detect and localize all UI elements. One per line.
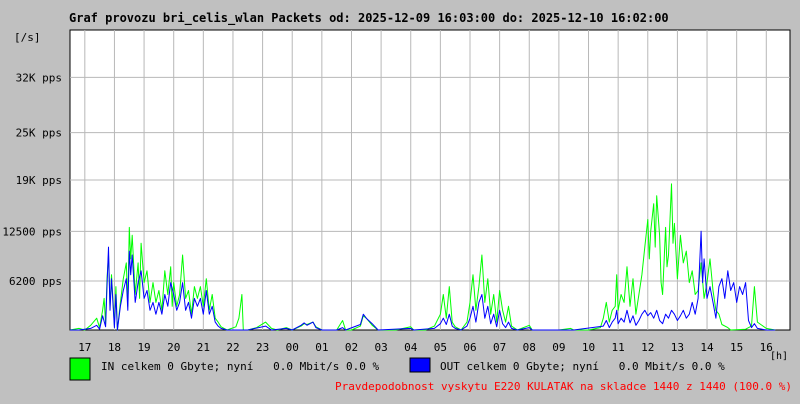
x-tick-label-11: 04 (404, 341, 418, 354)
x-axis-unit: [h] (770, 351, 788, 362)
x-tick-label-5: 22 (226, 341, 239, 354)
y-tick-label-4: 32K pps (16, 71, 62, 84)
legend-in-swatch (69, 357, 91, 381)
x-tick-label-10: 03 (374, 341, 387, 354)
y-tick-label-2: 19K pps (16, 174, 62, 187)
x-tick-label-12: 05 (434, 341, 447, 354)
x-tick-label-8: 01 (315, 341, 328, 354)
x-tick-label-7: 00 (286, 341, 299, 354)
legend-out-label: OUT celkem 0 Gbyte; nyní 0.0 Mbit/s 0.0 … (440, 360, 725, 373)
x-tick-label-14: 07 (493, 341, 506, 354)
x-tick-label-18: 11 (612, 341, 625, 354)
legend-in-label: IN celkem 0 Gbyte; nyní 0.0 Mbit/s 0.0 % (101, 360, 380, 373)
chart-title: Graf provozu bri_celis_wlan Packets od: … (69, 11, 669, 26)
x-tick-label-3: 20 (167, 341, 180, 354)
x-tick-label-13: 06 (463, 341, 476, 354)
x-tick-label-19: 12 (641, 341, 654, 354)
chart-root: Graf provozu bri_celis_wlan Packets od: … (0, 0, 800, 400)
x-tick-label-4: 21 (197, 341, 210, 354)
x-tick-label-15: 08 (523, 341, 536, 354)
x-tick-label-1: 18 (108, 341, 121, 354)
y-tick-label-1: 12500 pps (2, 225, 62, 238)
x-tick-label-16: 09 (552, 341, 565, 354)
x-tick-label-21: 14 (700, 341, 714, 354)
x-tick-label-20: 13 (671, 341, 684, 354)
x-tick-label-0: 17 (78, 341, 91, 354)
y-axis-unit: [/s] (14, 31, 41, 44)
probability-text: Pravdepodobnost vyskytu E220 KULATAK na … (335, 380, 792, 393)
x-tick-label-9: 02 (345, 341, 358, 354)
x-tick-label-6: 23 (256, 341, 269, 354)
y-tick-label-0: 6200 pps (9, 275, 62, 288)
traffic-chart: Graf provozu bri_celis_wlan Packets od: … (0, 0, 800, 400)
x-tick-label-22: 15 (730, 341, 743, 354)
x-tick-label-17: 10 (582, 341, 595, 354)
x-tick-label-2: 19 (137, 341, 150, 354)
y-tick-label-3: 25K pps (16, 127, 62, 140)
legend-out-swatch (409, 357, 431, 373)
